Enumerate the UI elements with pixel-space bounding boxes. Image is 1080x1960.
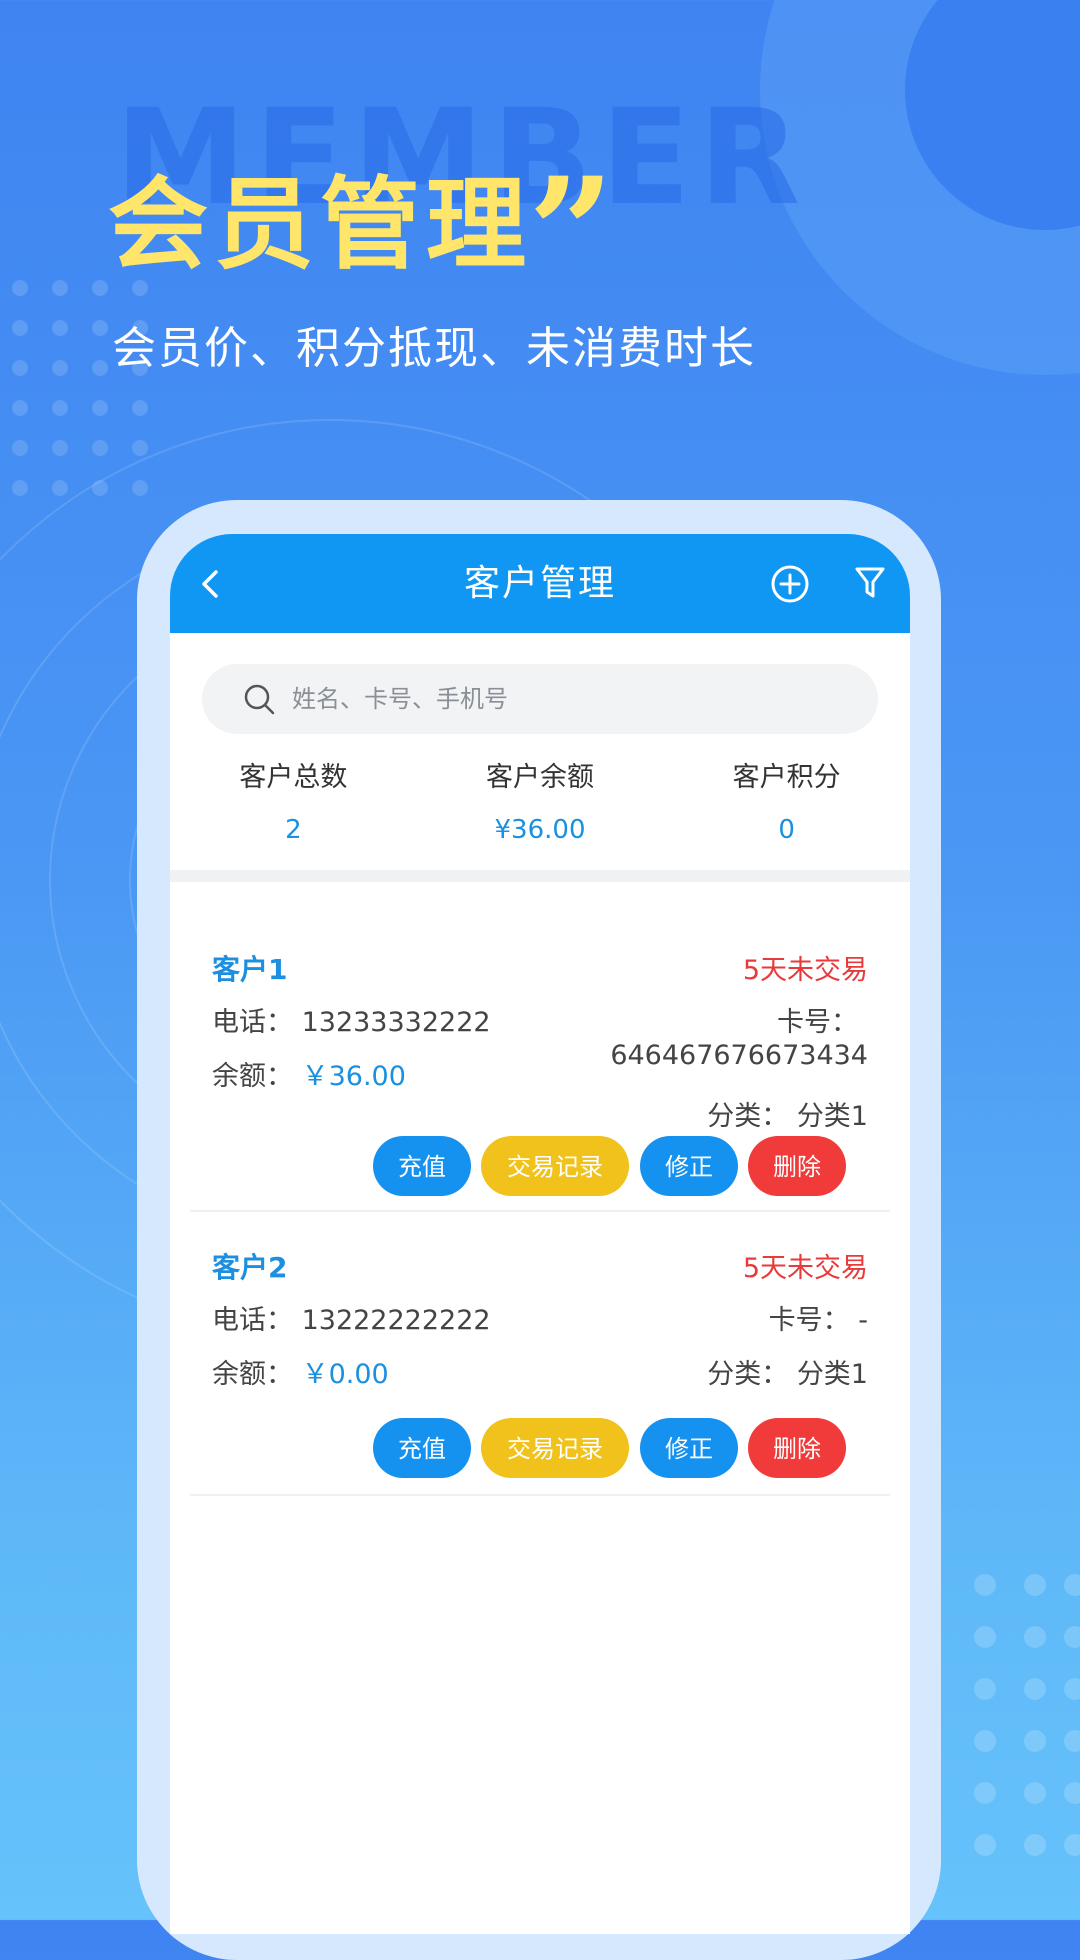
- card-number: -: [858, 1305, 868, 1336]
- stat-label: 客户积分: [732, 762, 841, 793]
- category-value: 分类1: [796, 1359, 868, 1390]
- recharge-button[interactable]: 充值: [373, 1418, 471, 1478]
- customer-card[interactable]: 客户1 5天未交易 电话： 13233332222 卡号： 6464676766…: [190, 882, 890, 1212]
- phone-row: 电话： 13233332222: [212, 1000, 491, 1039]
- category-row: 分类： 分类1: [707, 1094, 868, 1133]
- search-input[interactable]: [292, 664, 852, 734]
- customer-name: 客户2: [212, 1251, 288, 1284]
- delete-button[interactable]: 删除: [748, 1418, 846, 1478]
- phone-screen: 客户管理 客户总数 2 客户余额 ¥36.00 客户积分 0: [170, 534, 910, 1934]
- card-row: 卡号： -: [769, 1298, 868, 1337]
- customer-card[interactable]: 客户2 5天未交易 电话： 13222222222 卡号： - 余额： ￥0.0…: [190, 1210, 890, 1496]
- quote-mark: ”: [528, 145, 615, 321]
- stat-customer-balance: 客户余额 ¥36.00: [417, 758, 664, 858]
- balance-value: ￥36.00: [301, 1061, 406, 1092]
- phone-label: 电话：: [212, 1007, 293, 1038]
- category-label: 分类：: [707, 1101, 789, 1132]
- section-divider: [170, 870, 910, 882]
- category-label: 分类：: [707, 1359, 789, 1390]
- balance-row: 余额： ￥36.00: [212, 1054, 406, 1093]
- card-label: 卡号：: [768, 1305, 850, 1336]
- hero-subtitle: 会员价、积分抵现、未消费时长: [112, 323, 756, 374]
- transaction-records-button[interactable]: 交易记录: [481, 1136, 629, 1196]
- edit-button[interactable]: 修正: [640, 1418, 738, 1478]
- stat-label: 客户总数: [239, 762, 348, 793]
- recharge-button[interactable]: 充值: [373, 1136, 471, 1196]
- hero-title: 会员管理: [108, 166, 532, 283]
- phone-value: 13222222222: [301, 1305, 491, 1336]
- transaction-records-button[interactable]: 交易记录: [481, 1418, 629, 1478]
- balance-label: 余额：: [212, 1061, 293, 1092]
- stat-value: 0: [778, 815, 795, 845]
- balance-value: ￥0.00: [301, 1359, 389, 1390]
- inactivity-status: 5天未交易: [742, 955, 868, 986]
- inactivity-status: 5天未交易: [742, 1253, 868, 1284]
- stat-value: ¥36.00: [494, 815, 586, 845]
- nav-bar: 客户管理: [170, 534, 910, 633]
- stat-total-customers: 客户总数 2: [170, 758, 417, 858]
- category-row: 分类： 分类1: [707, 1352, 868, 1391]
- balance-label: 余额：: [212, 1359, 293, 1390]
- phone-value: 13233332222: [301, 1007, 491, 1038]
- filter-icon[interactable]: [854, 565, 886, 601]
- delete-button[interactable]: 删除: [748, 1136, 846, 1196]
- edit-button[interactable]: 修正: [640, 1136, 738, 1196]
- search-bar[interactable]: [202, 664, 878, 734]
- summary-stats: 客户总数 2 客户余额 ¥36.00 客户积分 0: [170, 758, 910, 858]
- phone-row: 电话： 13222222222: [212, 1298, 491, 1337]
- stat-customer-points: 客户积分 0: [663, 758, 910, 858]
- add-circle-icon[interactable]: [770, 564, 810, 604]
- balance-row: 余额： ￥0.00: [212, 1352, 389, 1391]
- stat-label: 客户余额: [486, 762, 594, 793]
- phone-label: 电话：: [212, 1305, 293, 1336]
- customer-name: 客户1: [212, 953, 288, 986]
- card-number: 646467676673434: [610, 1040, 868, 1071]
- search-icon: [244, 684, 275, 715]
- card-label: 卡号：: [777, 1007, 858, 1038]
- stat-value: 2: [285, 815, 302, 845]
- category-value: 分类1: [796, 1101, 868, 1132]
